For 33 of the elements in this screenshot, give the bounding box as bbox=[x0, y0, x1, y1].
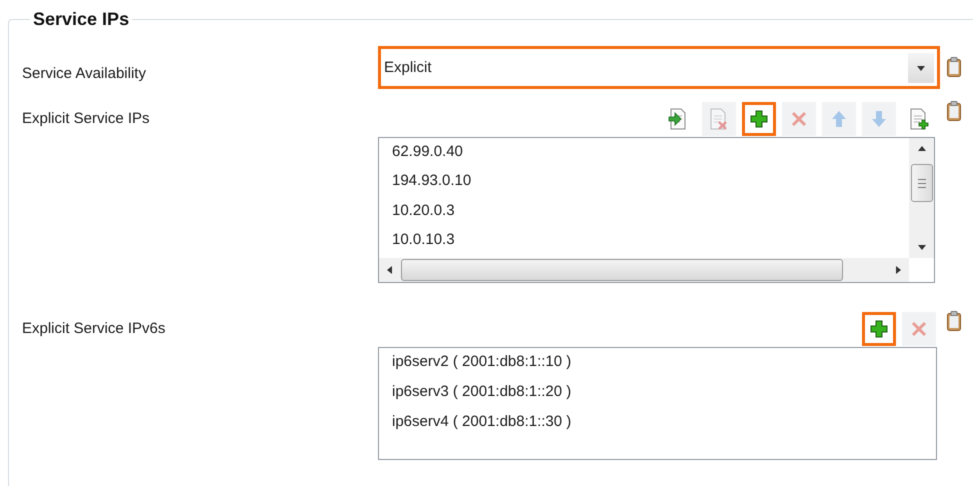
document-plus-icon bbox=[908, 108, 930, 130]
scroll-left-icon[interactable] bbox=[385, 265, 395, 275]
availability-dropdown[interactable]: Explicit bbox=[378, 46, 940, 89]
list-item[interactable]: 10.0.10.3 bbox=[392, 228, 909, 258]
address-list[interactable]: 62.99.0.40 194.93.0.10 10.20.0.3 10.0.10.3 bbox=[378, 137, 935, 283]
plus-button[interactable] bbox=[742, 102, 776, 136]
scroll-up-icon[interactable] bbox=[916, 144, 926, 154]
field-label: Explicit Service IPv6s bbox=[22, 319, 166, 339]
address-list[interactable]: ip6serv2 ( 2001:db8:1::10 ) ip6serv3 ( 2001:db8:1::20 ) ip6serv4 ( 2001:db8:1::30 ) bbox=[378, 347, 937, 460]
list-item[interactable]: 194.93.0.10 bbox=[392, 170, 909, 200]
field-label: Service Availability bbox=[22, 64, 147, 84]
list-item[interactable]: 10.20.0.3 bbox=[392, 200, 909, 229]
dropdown-arrow-button[interactable] bbox=[908, 52, 934, 82]
plus-icon bbox=[748, 108, 770, 130]
plus-icon bbox=[868, 318, 890, 340]
horizontal-scrollbar[interactable] bbox=[379, 258, 909, 282]
clipboard-icon[interactable] bbox=[947, 311, 961, 331]
group-title: Service IPs bbox=[32, 9, 130, 30]
vertical-scrollbar[interactable] bbox=[909, 138, 934, 258]
scroll-right-icon[interactable] bbox=[893, 265, 903, 275]
plus-button[interactable] bbox=[862, 312, 896, 346]
field-label: Explicit Service IPs bbox=[22, 109, 151, 129]
scroll-thumb[interactable] bbox=[910, 164, 932, 202]
scroll-down-icon[interactable] bbox=[916, 242, 926, 252]
list-item[interactable]: ip6serv4 ( 2001:db8:1::30 ) bbox=[392, 411, 936, 441]
clipboard-icon[interactable] bbox=[947, 101, 961, 121]
clipboard-icon[interactable] bbox=[947, 57, 961, 77]
dropdown-value: Explicit bbox=[384, 59, 433, 76]
list-item[interactable]: ip6serv3 ( 2001:db8:1::20 ) bbox=[392, 381, 936, 411]
document-x-icon bbox=[708, 108, 730, 130]
list-item[interactable]: 62.99.0.40 bbox=[392, 141, 909, 170]
scroll-thumb[interactable] bbox=[401, 259, 843, 281]
list-item[interactable]: ip6serv2 ( 2001:db8:1::10 ) bbox=[392, 351, 936, 381]
